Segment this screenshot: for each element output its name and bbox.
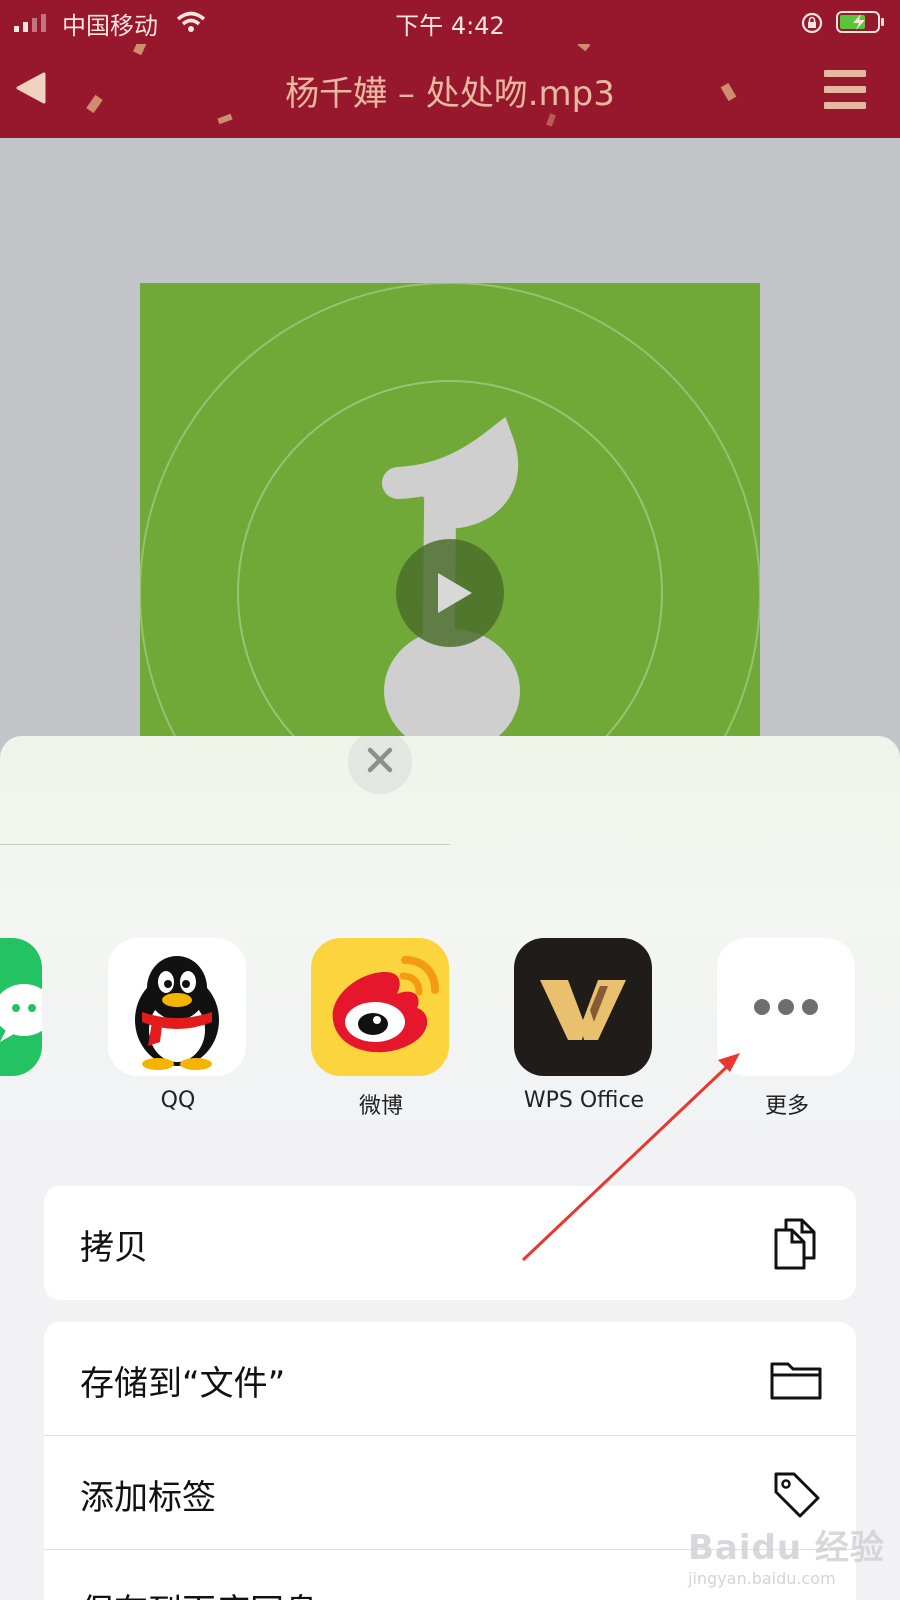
page-title: 杨千嬅 – 处处吻.mp3: [285, 74, 615, 114]
album-art: [140, 283, 760, 738]
share-app-weibo[interactable]: 微博: [311, 938, 451, 1120]
close-icon: [367, 747, 393, 773]
confetti-decoration: [546, 113, 556, 127]
action-copy[interactable]: 拷贝: [44, 1186, 856, 1300]
action-label: 存储到“文件”: [80, 1364, 286, 1404]
battery-charging-icon: [836, 11, 884, 33]
action-label: 添加标签: [80, 1478, 216, 1518]
music-note-artwork: [140, 283, 760, 738]
share-app-wps-office[interactable]: WPS Office: [514, 938, 654, 1113]
qq-tile[interactable]: [108, 938, 246, 1076]
app-name: WPS Office: [523, 1088, 645, 1113]
wechat-icon: [0, 984, 42, 1042]
share-sheet: QQ 微博 WPS Office 更多 拷贝 存储到“文件” 添加标签: [0, 736, 900, 1600]
more-tile[interactable]: [717, 938, 855, 1076]
menu-button[interactable]: [824, 70, 866, 110]
menu-icon-bar: [824, 86, 866, 93]
watermark-logo-text: Baidu 经验: [688, 1528, 885, 1568]
wps-office-tile[interactable]: [514, 938, 652, 1076]
copy-icon: [774, 1218, 816, 1270]
more-dots-icon: [754, 999, 818, 1015]
weibo-tile[interactable]: [311, 938, 449, 1076]
menu-icon-bar: [824, 70, 866, 77]
wechat-app-tile[interactable]: [0, 938, 42, 1076]
qq-penguin-icon: [135, 956, 219, 1070]
baidu-jingyan-watermark: Baidu 经验 jingyan.baidu.com: [688, 1520, 888, 1590]
divider: [0, 844, 450, 845]
confetti-decoration: [577, 44, 591, 52]
orientation-lock-icon: [801, 12, 823, 34]
weibo-icon: [332, 956, 439, 1053]
status-bar: 中国移动 下午 4:42: [0, 0, 900, 44]
folder-icon: [770, 1362, 822, 1400]
watermark-url: jingyan.baidu.com: [688, 1569, 836, 1588]
app-name: 更多: [764, 1094, 809, 1119]
share-app-more[interactable]: 更多: [717, 938, 857, 1120]
app-name: QQ: [160, 1088, 196, 1113]
share-app-qq[interactable]: QQ: [108, 938, 248, 1113]
play-button[interactable]: [432, 569, 476, 617]
tag-icon: [774, 1472, 820, 1518]
confetti-decoration: [217, 113, 233, 125]
wps-office-icon: [540, 980, 626, 1040]
status-time: 下午 4:42: [395, 12, 505, 40]
menu-icon-bar: [824, 102, 866, 109]
navigation-bar: 杨千嬅 – 处处吻.mp3: [0, 44, 900, 138]
action-save-to-files[interactable]: 存储到“文件”: [44, 1322, 856, 1436]
action-label: 保存到百度网盘: [80, 1584, 318, 1600]
action-label: 拷贝: [80, 1228, 148, 1268]
confetti-decoration: [133, 44, 148, 56]
app-name: 微博: [358, 1094, 403, 1119]
close-button[interactable]: [348, 736, 412, 794]
